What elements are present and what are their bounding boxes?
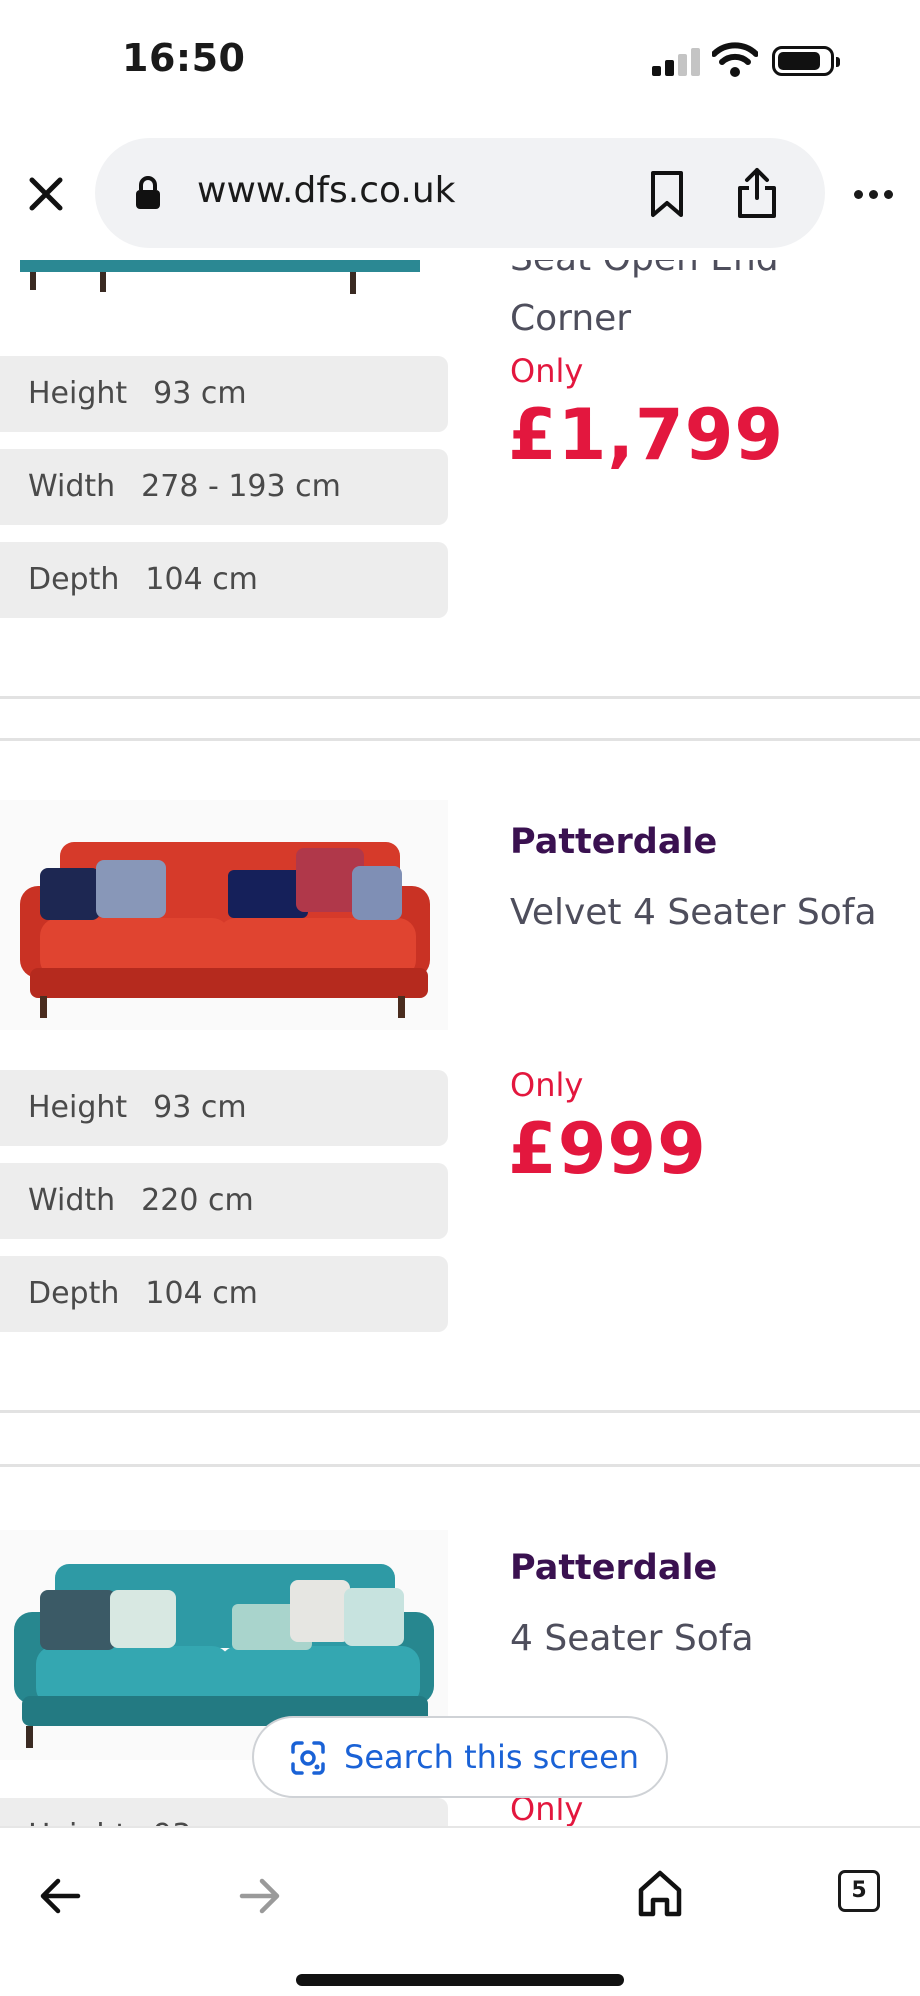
divider [0,1410,920,1413]
spec-value: 104 cm [145,1276,258,1311]
more-options-icon[interactable] [850,180,898,210]
battery-icon [772,46,840,76]
divider [0,1464,920,1467]
divider [0,738,920,741]
wifi-icon [712,42,758,77]
spec-value: 93 cm [153,376,247,411]
spec-height: Height 93 cm [0,1070,448,1146]
search-this-screen-label: Search this screen [344,1738,640,1776]
page-content: Seat Open End Corner Only £1,799 Height9… [0,0,920,1994]
status-bar: 16:50 [0,0,920,120]
product-name[interactable]: Velvet 4 Seater Sofa [510,892,877,933]
browser-address-bar: www.dfs.co.uk [0,120,920,260]
url-field[interactable]: www.dfs.co.uk [95,138,825,248]
spec-label: Depth [28,562,120,597]
spec-height: Height 93 cm [0,356,448,432]
spec-label: Depth [28,1276,120,1311]
spec-label: Width [28,469,116,504]
spec-label: Height [28,1090,128,1125]
price-prefix: Only [510,1066,584,1104]
home-icon[interactable] [636,1868,684,1918]
product-name[interactable]: 4 Seater Sofa [510,1618,754,1659]
cellular-signal-icon [652,48,700,76]
product-image-velvet-sofa[interactable] [0,800,448,1030]
product-name-line[interactable]: Corner [510,298,631,339]
spec-value: 220 cm [141,1183,254,1218]
spec-depth: Depth 104 cm [0,1256,448,1332]
spec-width: Width 278 - 193 cm [0,449,448,525]
search-this-screen-button[interactable]: Search this screen [252,1716,668,1798]
spec-value: 93 cm [153,1090,247,1125]
bottom-toolbar: 5 [0,1826,920,1996]
bookmark-icon[interactable] [647,170,687,218]
price-prefix: Only [510,352,584,390]
divider [0,696,920,699]
forward-arrow-icon[interactable] [238,1876,282,1916]
spec-value: 104 cm [145,562,258,597]
tab-switcher-button[interactable]: 5 [838,1870,880,1912]
spec-width: Width 220 cm [0,1163,448,1239]
spec-depth: Depth 104 cm [0,542,448,618]
product-brand[interactable]: Patterdale [510,1548,717,1588]
lock-icon [136,176,160,209]
product-price: £1,799 [508,394,785,476]
product-brand[interactable]: Patterdale [510,822,717,862]
url-text[interactable]: www.dfs.co.uk [197,170,456,211]
status-time: 16:50 [122,36,246,80]
share-icon[interactable] [735,166,779,220]
product-price: £999 [508,1108,707,1190]
spec-label: Height [28,376,128,411]
close-icon[interactable] [22,170,70,218]
back-arrow-icon[interactable] [38,1876,82,1916]
spec-label: Width [28,1183,116,1218]
google-lens-icon [291,1741,325,1775]
home-indicator [296,1974,624,1986]
spec-value: 278 - 193 cm [141,469,341,504]
